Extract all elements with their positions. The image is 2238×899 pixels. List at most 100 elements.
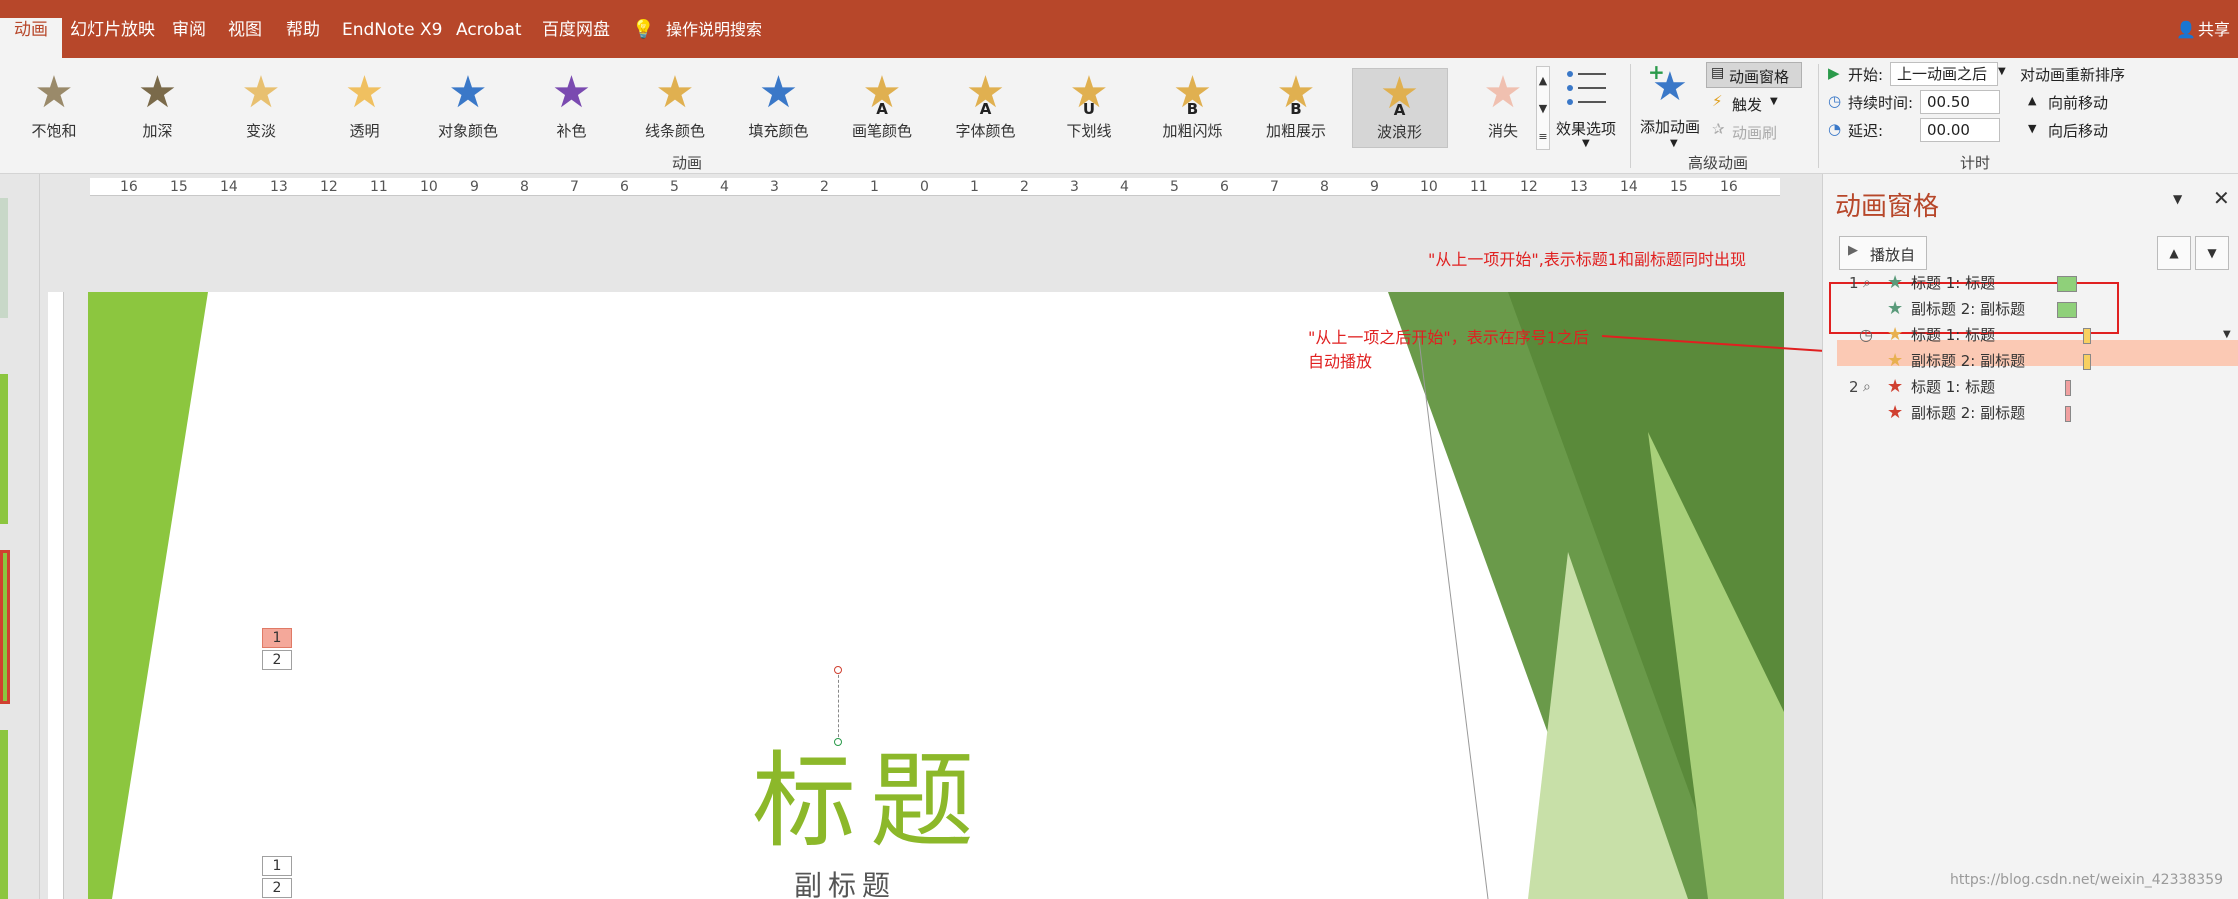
timeline-bar xyxy=(2083,328,2091,344)
slide-subtitle[interactable]: 副标题 xyxy=(794,870,896,899)
close-icon[interactable]: ✕ xyxy=(2213,186,2230,210)
effect-10[interactable]: ★ U 下划线 xyxy=(1041,68,1137,148)
effect-options-button[interactable]: 效果选项 xyxy=(1556,118,1616,139)
play-icon: ▶ xyxy=(1828,64,1840,82)
star-icon: ★ U xyxy=(1041,68,1137,119)
effect-9[interactable]: ★ A 字体颜色 xyxy=(938,68,1034,148)
chevron-down-icon: ▼ xyxy=(1670,138,1678,149)
effect-label: 加深 xyxy=(142,122,173,140)
duration-input[interactable]: 00.50 xyxy=(1920,90,2000,114)
animation-item-label: 副标题 2: 副标题 xyxy=(1911,300,2026,318)
ruler-tick-label: 5 xyxy=(670,179,679,195)
effect-0[interactable]: ★ 不饱和 xyxy=(6,68,102,148)
effect-4[interactable]: ★ 对象颜色 xyxy=(420,68,516,148)
glyph-icon: A xyxy=(876,100,888,118)
star-icon: ★ B xyxy=(1248,68,1344,119)
star-icon: ★ xyxy=(655,67,695,118)
chevron-down-icon: ▼ xyxy=(1998,66,2006,77)
tab-slideshow[interactable]: 幻灯片放映 xyxy=(70,18,155,42)
animation-chip[interactable]: 1 xyxy=(262,856,292,876)
slide-title[interactable]: 标题 xyxy=(752,744,988,858)
arrow-up-icon: ▲ xyxy=(2028,94,2037,107)
effect-7[interactable]: ★ 填充颜色 xyxy=(731,68,827,148)
rotation-handle[interactable] xyxy=(834,666,842,674)
effect-5[interactable]: ★ 补色 xyxy=(524,68,620,148)
star-icon: ★ xyxy=(1887,350,1904,371)
animation-chip[interactable]: 1 xyxy=(262,628,292,648)
mouse-icon: ⌕ xyxy=(1863,379,1871,395)
animation-item-label: 副标题 2: 副标题 xyxy=(1911,352,2026,370)
chevron-down-icon[interactable]: ▼ xyxy=(2173,192,2182,206)
animation-list-item[interactable]: ◷ ▼ ★ 标题 1: 标题 xyxy=(1823,322,2238,348)
move-later-button[interactable]: 向后移动 xyxy=(2048,120,2108,141)
start-select[interactable]: 上一动画之后 xyxy=(1890,62,1998,86)
animation-chip[interactable]: 2 xyxy=(262,878,292,898)
tab-baidu[interactable]: 百度网盘 xyxy=(542,18,610,42)
effect-2[interactable]: ★ 变淡 xyxy=(213,68,309,148)
thumbnail-4[interactable] xyxy=(0,730,8,899)
animation-list-item[interactable]: ⌕ 1 ★ 标题 1: 标题 xyxy=(1823,270,2238,296)
clock-icon: ◷ xyxy=(1828,92,1842,110)
animation-list-item[interactable]: ★ 副标题 2: 副标题 xyxy=(1823,400,2238,426)
thumbnail-3-selected[interactable] xyxy=(0,550,10,704)
move-earlier-button[interactable]: 向前移动 xyxy=(2048,92,2108,113)
animation-pane-button[interactable]: ▤ 动画窗格 xyxy=(1706,62,1802,88)
effect-1[interactable]: ★ 加深 xyxy=(110,68,206,148)
effect-3[interactable]: ★ 透明 xyxy=(317,68,413,148)
tab-animation[interactable]: 动画 xyxy=(0,18,62,58)
group-label-timing: 计时 xyxy=(1960,154,1991,172)
ribbon: ▲ ▼ ≡ 效果选项 ▼ 动画 ★ + 添加动画 ▼ ▤ 动画窗格 ⚡ 触发 ▼ ✰… xyxy=(0,58,2238,174)
chevron-down-icon[interactable]: ▼ xyxy=(2223,322,2231,348)
animation-painter-button[interactable]: 动画刷 xyxy=(1732,122,1777,143)
ruler-tick-label: 1 xyxy=(870,179,879,195)
animation-chip[interactable]: 2 xyxy=(262,650,292,670)
thumbnail-2[interactable] xyxy=(0,374,8,524)
arrow-down-icon: ▼ xyxy=(2028,122,2037,135)
tab-acrobat[interactable]: Acrobat xyxy=(456,18,522,42)
tab-review[interactable]: 审阅 xyxy=(172,18,206,42)
effect-14[interactable]: ★ 消失 xyxy=(1455,68,1551,148)
trigger-button[interactable]: 触发 xyxy=(1732,94,1762,115)
effect-12[interactable]: ★ B 加粗展示 xyxy=(1248,68,1344,148)
effect-label: 补色 xyxy=(556,122,587,140)
horizontal-ruler: 16 15 14 13 12 11 10 9 8 7 6 5 4 3 2 1 0 1 2 3 4 5 6 7 8 9 10 11 12 1… xyxy=(90,178,1780,196)
vertical-ruler xyxy=(48,292,64,899)
animation-list-item[interactable]: ★ 副标题 2: 副标题 xyxy=(1823,348,2238,374)
tab-help[interactable]: 帮助 xyxy=(286,18,320,42)
tell-me-search[interactable]: 操作说明搜索 xyxy=(666,18,762,42)
ruler-tick-label: 13 xyxy=(270,179,288,195)
effect-11[interactable]: ★ B 加粗闪烁 xyxy=(1145,68,1241,148)
move-down-button[interactable]: ▼ xyxy=(2195,236,2229,270)
animation-list-item[interactable]: ⌕ 2 ★ 标题 1: 标题 xyxy=(1823,374,2238,400)
star-icon: ★ A xyxy=(1353,69,1447,120)
ruler-tick-label: 6 xyxy=(1220,179,1229,195)
effect-6[interactable]: ★ 线条颜色 xyxy=(627,68,723,148)
star-icon: ★ A xyxy=(834,68,930,119)
ruler-tick-label: 12 xyxy=(1520,179,1538,195)
delay-input[interactable]: 00.00 xyxy=(1920,118,2000,142)
add-animation-button[interactable]: 添加动画 xyxy=(1640,116,1700,137)
thumbnail-1[interactable] xyxy=(0,198,8,318)
ruler-tick-label: 14 xyxy=(220,179,238,195)
ruler-tick-label: 11 xyxy=(1470,179,1488,195)
animation-list-item[interactable]: ★ 副标题 2: 副标题 xyxy=(1823,296,2238,322)
duration-label: 持续时间: xyxy=(1848,94,1914,112)
effect-13[interactable]: ★ A 波浪形 xyxy=(1351,68,1448,148)
annotation-mid-line1: "从上一项之后开始"，表示在序号1之后 xyxy=(1308,328,1589,347)
glyph-icon: B xyxy=(1186,100,1199,118)
play-icon: ▶ xyxy=(1848,243,1858,258)
ruler-tick-label: 8 xyxy=(1320,179,1329,195)
play-from-button[interactable]: ▶ 播放自 xyxy=(1839,236,1927,270)
tab-endnote[interactable]: EndNote X9 xyxy=(342,18,442,42)
effect-options-icon[interactable] xyxy=(1562,66,1612,116)
star-icon: ★ xyxy=(1483,67,1523,118)
ruler-tick-label: 4 xyxy=(1120,179,1129,195)
move-up-button[interactable]: ▲ xyxy=(2157,236,2191,270)
slide-canvas[interactable]: 1 2 标题 副标题 1 2 xyxy=(88,292,1784,899)
tab-view[interactable]: 视图 xyxy=(228,18,262,42)
star-icon: ★ B xyxy=(1145,68,1241,119)
slide-thumbnails[interactable] xyxy=(0,174,40,899)
share-button[interactable]: 共享 xyxy=(2198,18,2230,42)
effect-8[interactable]: ★ A 画笔颜色 xyxy=(834,68,930,148)
watermark: https://blog.csdn.net/weixin_42338359 xyxy=(1950,872,2224,888)
